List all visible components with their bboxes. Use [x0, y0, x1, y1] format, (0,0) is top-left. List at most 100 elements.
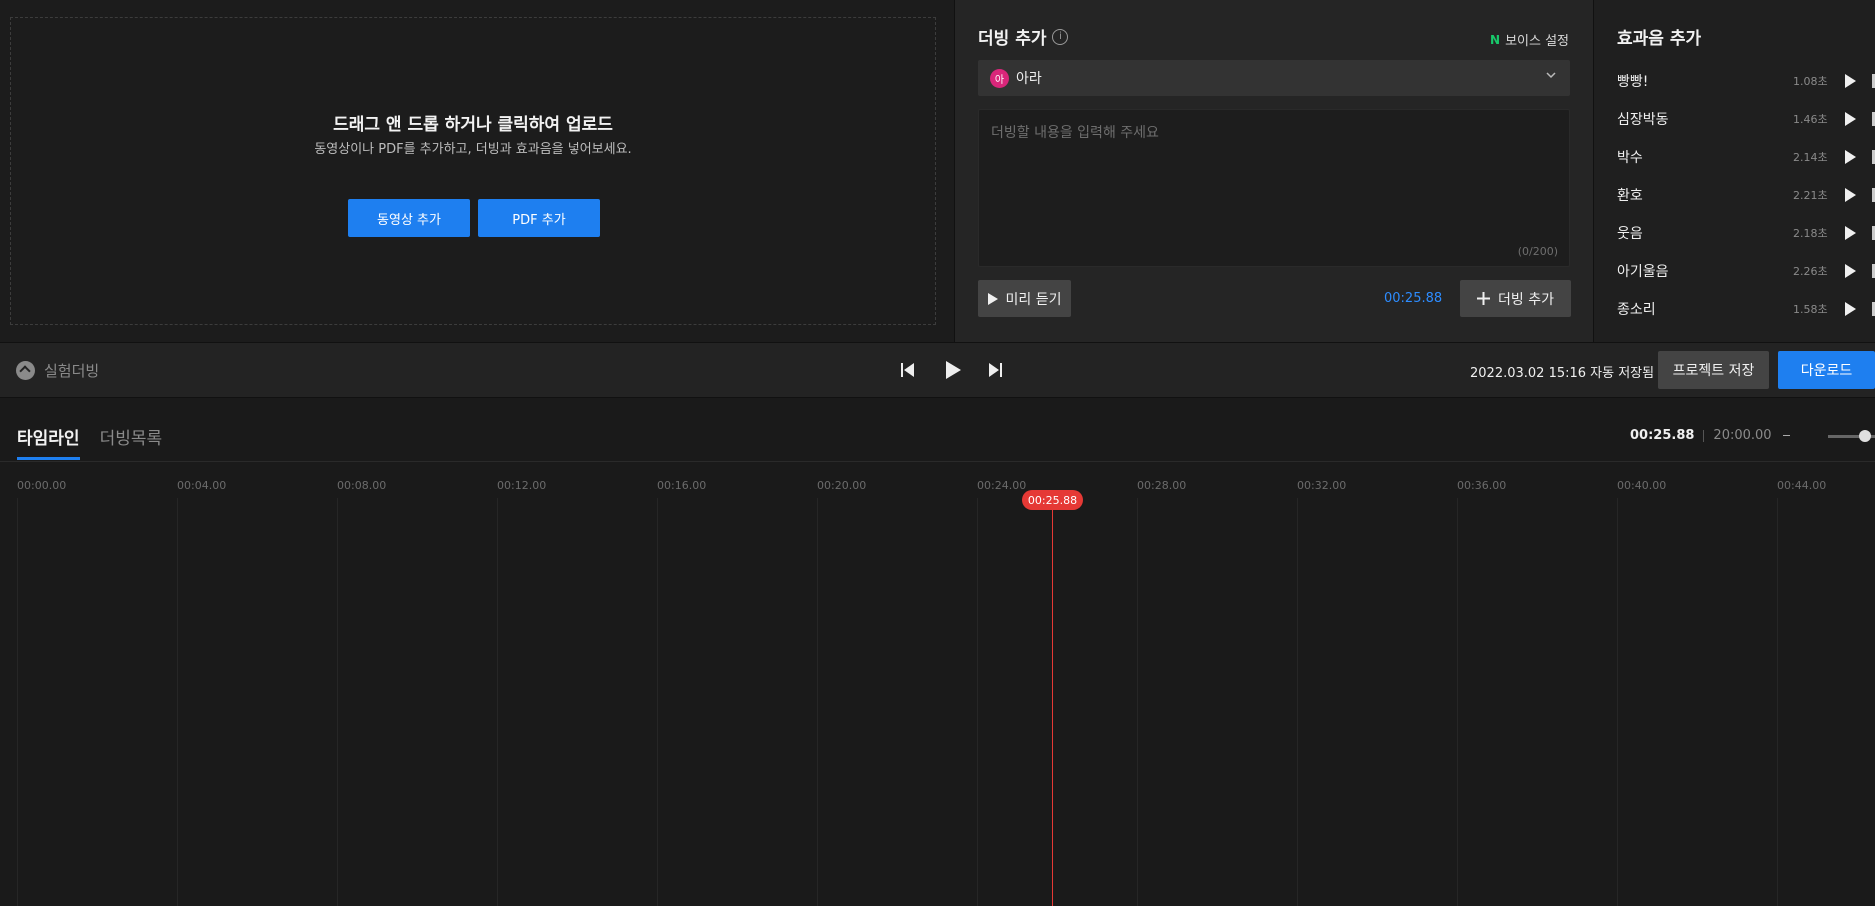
sfx-duration: 2.21초	[1793, 189, 1828, 202]
sfx-item: 박수 2.14초	[1617, 138, 1875, 176]
ruler-tick-label: 00:20.00	[817, 479, 867, 492]
ruler-tick-line	[1297, 498, 1298, 906]
save-project-button[interactable]: 프로젝트 저장	[1658, 351, 1769, 389]
sfx-duration: 1.46초	[1793, 113, 1828, 126]
skip-back-arrow	[904, 363, 914, 377]
ruler-tick-label: 00:08.00	[337, 479, 387, 492]
voice-select[interactable]: 아 아라	[978, 60, 1570, 96]
add-video-button[interactable]: 동영상 추가	[348, 199, 470, 237]
play-icon[interactable]	[1845, 150, 1856, 164]
upload-title: 드래그 앤 드롭 하거나 클릭하여 업로드	[333, 115, 613, 135]
play-icon[interactable]	[1845, 264, 1856, 278]
ruler-tick-line	[657, 498, 658, 906]
sfx-item: 종소리 1.58초	[1617, 290, 1875, 328]
ruler-tick-label: 00:16.00	[657, 479, 707, 492]
ruler-tick-label: 00:04.00	[177, 479, 227, 492]
skip-forward-bar	[1000, 363, 1002, 377]
upload-dropzone[interactable]: 드래그 앤 드롭 하거나 클릭하여 업로드 동영상이나 PDF를 추가하고, 더…	[10, 17, 936, 325]
preview-button[interactable]: 미리 듣기	[978, 280, 1071, 317]
preview-label: 미리 듣기	[1005, 291, 1062, 308]
transport-controls	[898, 360, 1006, 380]
play-icon[interactable]	[1845, 188, 1856, 202]
play-icon[interactable]	[1845, 74, 1856, 88]
sfx-name: 빵빵!	[1617, 74, 1649, 90]
timeline-current-time: 00:25.88	[1630, 428, 1695, 443]
ruler-tick-label: 00:28.00	[1137, 479, 1187, 492]
sfx-name: 아기울음	[1617, 264, 1669, 280]
ruler-tick-line	[817, 498, 818, 906]
playhead-line[interactable]	[1052, 498, 1053, 906]
info-icon[interactable]: i	[1052, 28, 1069, 45]
ruler-tick-line	[177, 498, 178, 906]
voice-setting-link[interactable]: N 보이스 설정	[1490, 30, 1569, 50]
ruler-tick-label: 00:00.00	[17, 479, 67, 492]
upload-pane: 드래그 앤 드롭 하거나 클릭하여 업로드 동영상이나 PDF를 추가하고, 더…	[0, 0, 954, 342]
zoom-out-icon[interactable]	[1783, 435, 1790, 436]
timeline-total-time: 20:00.00	[1713, 428, 1772, 443]
sfx-duration: 2.18초	[1793, 227, 1828, 240]
download-button[interactable]: 다운로드	[1778, 351, 1875, 389]
dubbing-pane: 더빙 추가 i N 보이스 설정 아 아라 더빙할 내용을 입력해 주세요 (0…	[954, 0, 1594, 342]
skip-forward-icon	[989, 363, 999, 377]
ruler-tick-label: 00:44.00	[1777, 479, 1827, 492]
app: 드래그 앤 드롭 하거나 클릭하여 업로드 동영상이나 PDF를 추가하고, 더…	[0, 0, 1875, 906]
timeline-ruler[interactable]: 00:44.00 00:40.00 00:36.00 00:32.00 00:28.00…	[0, 462, 1875, 906]
sfx-item: 심장박동 1.46초	[1617, 100, 1875, 138]
ruler-tick-line	[1617, 498, 1618, 906]
ruler-tick-label: 00:32.00	[1297, 479, 1347, 492]
play-button[interactable]	[942, 360, 962, 380]
sfx-duration: 2.26초	[1793, 265, 1828, 278]
time-separator	[1703, 429, 1705, 442]
sfx-name: 박수	[1617, 150, 1643, 166]
sfx-name: 환호	[1617, 188, 1643, 204]
timeline-tabs: 타임라인 더빙목록	[17, 424, 162, 460]
ruler-tick-line	[337, 498, 338, 906]
chevron-down-icon	[1546, 72, 1556, 79]
sfx-title: 효과음 추가	[1617, 29, 1702, 49]
sfx-item: 환호 2.21초	[1617, 176, 1875, 214]
skip-back-button[interactable]	[898, 360, 918, 380]
sfx-name: 심장박동	[1617, 112, 1669, 128]
ruler-tick-line	[977, 498, 978, 906]
upload-subtitle: 동영상이나 PDF를 추가하고, 더빙과 효과음을 넣어보세요.	[314, 142, 632, 157]
play-icon[interactable]	[1845, 226, 1856, 240]
add-pdf-button[interactable]: PDF 추가	[478, 199, 600, 237]
ruler-tick-line	[1457, 498, 1458, 906]
ruler-tick-label: 00:40.00	[1617, 479, 1667, 492]
ruler-tick-line	[1137, 498, 1138, 906]
sfx-item: 아기울음 2.26초	[1617, 252, 1875, 290]
sfx-name: 종소리	[1617, 302, 1656, 318]
dubbing-current-time: 00:25.88	[1384, 291, 1443, 306]
dubbing-title: 더빙 추가 i	[978, 24, 1069, 49]
skip-back-icon	[901, 363, 903, 377]
voice-name: 아라	[1016, 71, 1042, 87]
add-dubbing-label: 더빙 추가	[1498, 291, 1554, 308]
add-dubbing-button[interactable]: 더빙 추가	[1460, 280, 1571, 317]
ruler-tick-label: 00:12.00	[497, 479, 547, 492]
sfx-item: 웃음 2.18초	[1617, 214, 1875, 252]
collapse-toggle[interactable]: 실험더빙	[16, 360, 99, 381]
chevron-up-icon	[16, 361, 35, 380]
sfx-duration: 2.14초	[1793, 151, 1828, 164]
dubbing-title-text: 더빙 추가	[978, 29, 1047, 49]
skip-forward-button[interactable]	[986, 360, 1006, 380]
tab-dubbing-list[interactable]: 더빙목록	[100, 424, 163, 460]
play-icon[interactable]	[1845, 302, 1856, 316]
sfx-duration: 1.08초	[1793, 75, 1828, 88]
dubbing-text-input[interactable]: 더빙할 내용을 입력해 주세요 (0/200)	[978, 109, 1570, 267]
sfx-pane: 효과음 추가 빵빵! 1.08초 심장박동 1.46초 박수 2.14초 환호 …	[1594, 0, 1875, 342]
zoom-slider[interactable]	[1783, 429, 1875, 443]
sfx-list: 빵빵! 1.08초 심장박동 1.46초 박수 2.14초 환호 2.21초 웃…	[1617, 62, 1875, 328]
play-icon	[946, 361, 961, 379]
zoom-handle[interactable]	[1859, 430, 1871, 442]
playhead-label[interactable]: 00:25.88	[1022, 490, 1083, 510]
voice-setting-label: 보이스 설정	[1505, 34, 1569, 49]
play-icon[interactable]	[1845, 112, 1856, 126]
sfx-duration: 1.58초	[1793, 303, 1828, 316]
ruler-tick-line	[1777, 498, 1778, 906]
plus-icon	[1477, 292, 1490, 305]
voice-avatar: 아	[990, 68, 1009, 88]
tab-timeline[interactable]: 타임라인	[17, 424, 80, 460]
ruler-tick-line	[17, 498, 18, 906]
sfx-item: 빵빵! 1.08초	[1617, 62, 1875, 100]
